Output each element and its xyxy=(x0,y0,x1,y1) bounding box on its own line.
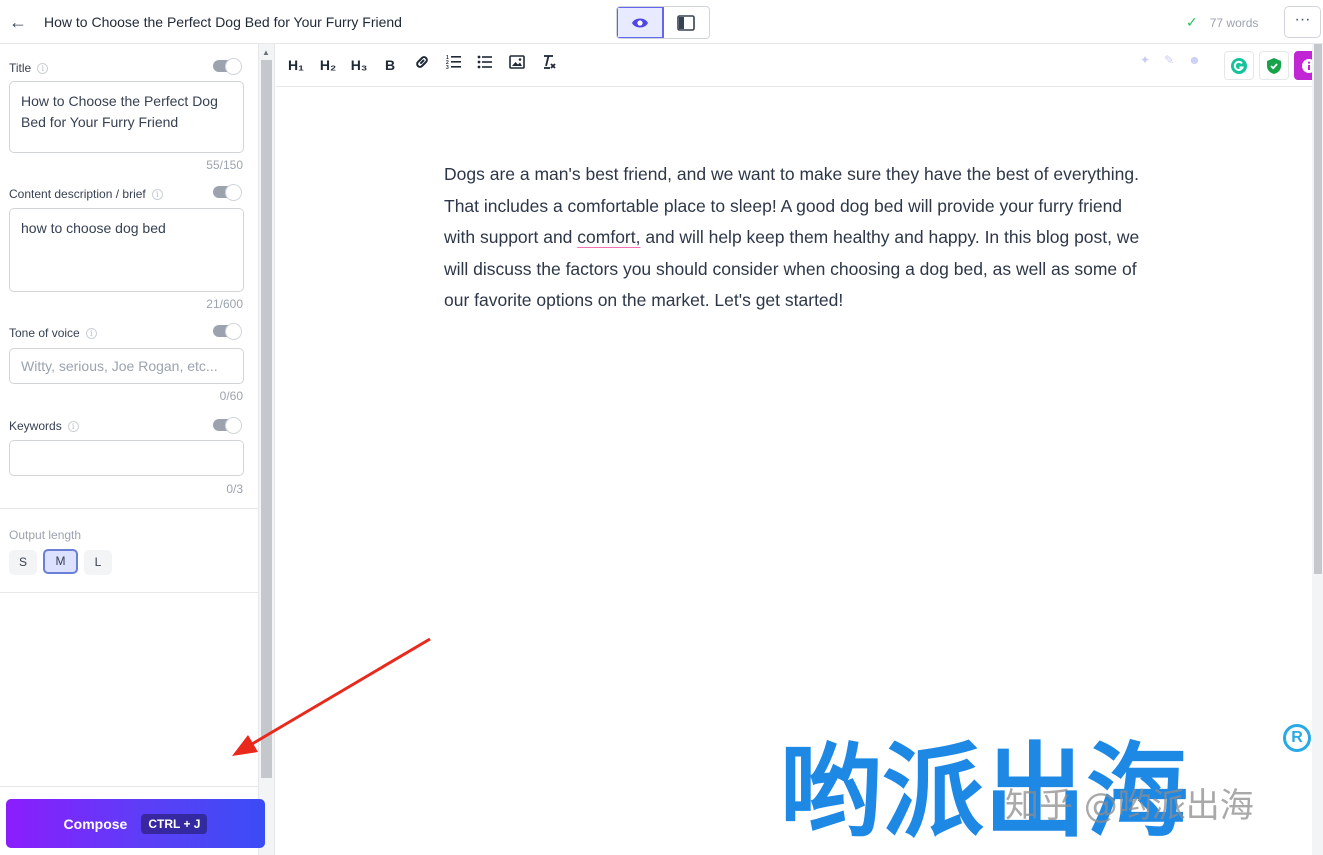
editor-scrollbar[interactable] xyxy=(1312,44,1323,855)
compose-label: Compose xyxy=(63,815,128,832)
info-icon[interactable]: i xyxy=(85,327,97,339)
eye-icon xyxy=(631,18,648,27)
back-arrow-icon[interactable]: ← xyxy=(8,11,28,33)
word-count: 77 words xyxy=(1209,15,1259,30)
info-icon[interactable]: i xyxy=(67,420,79,432)
length-option-m[interactable]: M xyxy=(43,549,78,574)
pencil-icon[interactable]: ✎ xyxy=(1164,53,1174,67)
tone-toggle[interactable] xyxy=(213,323,242,340)
assist-icons: ✦ ✎ ☻ xyxy=(1140,53,1201,67)
length-option-l[interactable]: L xyxy=(84,550,112,575)
tone-label-text: Tone of voice xyxy=(9,326,80,340)
bold-button[interactable]: B xyxy=(383,54,397,76)
tone-input[interactable]: Witty, serious, Joe Rogan, etc... xyxy=(9,348,244,384)
title-toggle[interactable] xyxy=(213,58,242,75)
image-icon xyxy=(509,55,525,69)
heading-2-button[interactable]: H₂ xyxy=(318,54,338,76)
title-label-text: Title xyxy=(9,61,32,75)
brief-label: Content description / brief i xyxy=(9,187,163,201)
word-count-status: ✓ 77 words xyxy=(1186,14,1258,31)
saved-check-icon: ✓ xyxy=(1186,14,1198,30)
heading-3-button[interactable]: H₃ xyxy=(349,54,369,76)
smiley-icon[interactable]: ☻ xyxy=(1188,53,1201,67)
watermark-handle: 知乎 @哟派出海 xyxy=(1005,786,1254,826)
scrollbar-thumb[interactable] xyxy=(261,60,272,778)
clear-format-icon xyxy=(544,55,556,69)
title-input[interactable]: How to Choose the Perfect Dog Bed for Yo… xyxy=(9,81,244,153)
brief-input[interactable]: how to choose dog bed xyxy=(9,208,244,292)
compose-shortcut: CTRL + J xyxy=(141,813,208,834)
plagiarism-check-button[interactable] xyxy=(1259,51,1289,80)
svg-text:3: 3 xyxy=(446,65,449,70)
compose-button[interactable]: Compose CTRL + J xyxy=(6,799,265,848)
section-divider xyxy=(0,592,259,593)
sidebar-scrollbar[interactable]: ▲ xyxy=(259,44,275,855)
brief-label-text: Content description / brief xyxy=(9,187,146,201)
bullet-list-icon xyxy=(477,55,492,69)
length-option-s[interactable]: S xyxy=(9,550,37,575)
section-divider xyxy=(0,786,259,787)
keywords-label-text: Keywords xyxy=(9,419,62,433)
spelling-flag[interactable]: comfort, xyxy=(577,227,640,247)
output-length-label: Output length xyxy=(9,528,82,542)
shield-check-icon xyxy=(1267,57,1281,74)
image-button[interactable] xyxy=(508,54,526,76)
brief-counter: 21/600 xyxy=(206,297,243,311)
ordered-list-icon: 123 xyxy=(446,55,461,71)
scroll-up-icon[interactable]: ▲ xyxy=(262,48,270,57)
brief-sidebar: Title i How to Choose the Perfect Dog Be… xyxy=(0,44,259,855)
registered-mark: R xyxy=(1283,724,1311,752)
clear-formatting-button[interactable] xyxy=(540,54,558,76)
grammarly-icon xyxy=(1231,57,1247,74)
title-counter: 55/150 xyxy=(206,158,243,172)
view-mode-toggle xyxy=(616,6,710,39)
tone-counter: 0/60 xyxy=(219,389,243,403)
grammarly-button[interactable] xyxy=(1224,51,1254,80)
scrollbar-thumb[interactable] xyxy=(1314,44,1322,574)
title-label: Title i xyxy=(9,61,49,75)
top-bar: ← How to Choose the Perfect Dog Bed for … xyxy=(0,0,1323,44)
section-divider xyxy=(0,508,259,509)
link-icon xyxy=(416,56,428,68)
document-title: How to Choose the Perfect Dog Bed for Yo… xyxy=(44,14,402,30)
link-button[interactable] xyxy=(413,54,431,76)
keywords-toggle[interactable] xyxy=(213,417,242,434)
sidebar-layout-icon xyxy=(677,14,696,31)
keywords-counter: 0/3 xyxy=(226,482,243,496)
content-paragraph[interactable]: Dogs are a man's best friend, and we wan… xyxy=(444,159,1144,317)
sparkle-icon[interactable]: ✦ xyxy=(1140,53,1150,67)
tone-label: Tone of voice i xyxy=(9,326,97,340)
info-icon[interactable]: i xyxy=(37,62,49,74)
keywords-label: Keywords i xyxy=(9,419,79,433)
split-panel-button[interactable] xyxy=(664,7,710,38)
more-options-button[interactable]: ··· xyxy=(1284,6,1321,38)
info-icon[interactable]: i xyxy=(151,188,163,200)
heading-1-button[interactable]: H₁ xyxy=(286,54,306,76)
brief-toggle[interactable] xyxy=(213,184,242,201)
ordered-list-button[interactable]: 123 xyxy=(445,54,463,76)
keywords-input[interactable] xyxy=(9,440,244,476)
preview-mode-button[interactable] xyxy=(617,7,664,38)
bullet-list-button[interactable] xyxy=(476,54,494,76)
